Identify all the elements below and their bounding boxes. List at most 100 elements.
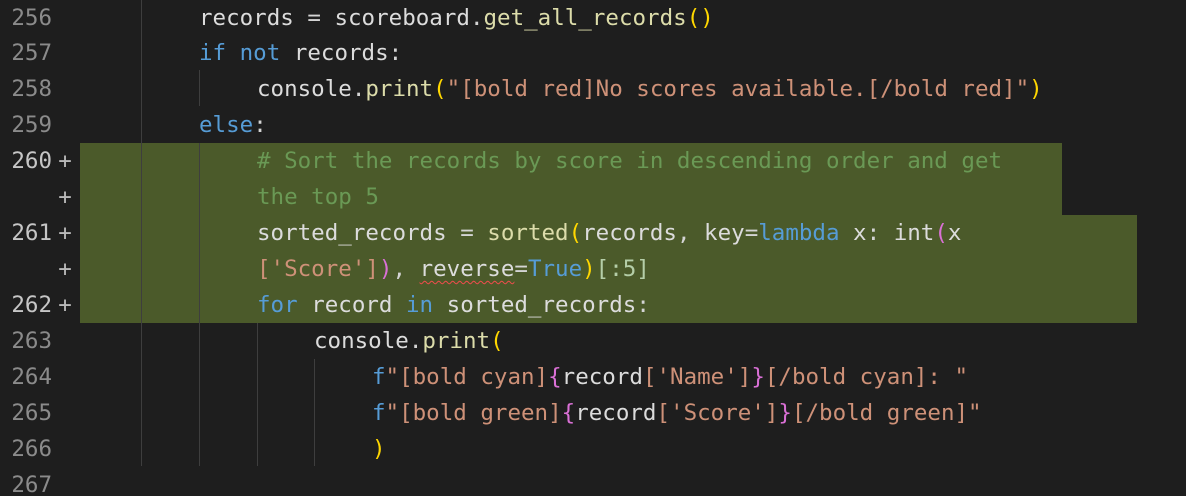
line-number: 262 — [11, 292, 52, 318]
code-token: print — [422, 328, 491, 354]
line-number: 258 — [11, 76, 52, 102]
added-line-marker: + — [58, 148, 72, 174]
code-token: sorted_records — [257, 220, 447, 246]
code-token: [/bold green]" — [791, 400, 982, 426]
code-line-262[interactable]: for record in sorted_records: — [257, 287, 650, 323]
code-token: , — [676, 220, 705, 246]
code-line-259[interactable]: else: — [199, 107, 267, 143]
added-line-marker: + — [58, 256, 72, 282]
code-token: x — [839, 220, 867, 246]
code-token: ) — [378, 256, 393, 282]
code-token: get_all_records — [483, 5, 687, 31]
code-token: } — [751, 364, 765, 390]
code-line-264[interactable]: f"[bold cyan]{record['Name']}[/bold cyan… — [372, 359, 968, 395]
code-line-265[interactable]: f"[bold green]{record['Score']}[/bold gr… — [372, 395, 982, 431]
line-number-gutter: 256 257 258 259 260 261 262 263 264 265 … — [0, 0, 80, 496]
code-token: sorted_records — [446, 292, 637, 318]
code-token: sorted — [487, 220, 569, 246]
code-token: = — [293, 5, 335, 31]
indent-guide — [199, 143, 200, 466]
code-token: console — [257, 76, 352, 102]
line-number: 260 — [11, 148, 52, 174]
added-line-marker: + — [58, 184, 72, 210]
code-token: ) — [1029, 76, 1043, 102]
line-number: 266 — [11, 436, 52, 462]
code-token: f — [372, 364, 386, 390]
code-token: for — [257, 292, 298, 318]
code-line-257[interactable]: if not records: — [199, 35, 402, 71]
code-token: key — [704, 220, 745, 246]
code-token: . — [351, 76, 366, 102]
code-token: ['Score'] — [656, 400, 779, 426]
code-line-261-wrapped[interactable]: ['Score']), reverse=True)[:5] — [257, 251, 650, 287]
code-token: : — [388, 40, 403, 66]
code-token: print — [365, 76, 434, 102]
code-token: ( — [490, 328, 504, 354]
code-token: ['Name'] — [642, 364, 752, 390]
code-line-256[interactable]: records = scoreboard.get_all_records() — [199, 0, 714, 36]
code-token: "[bold red]No scores available.[/bold re… — [446, 76, 1030, 102]
code-token: { — [561, 400, 576, 426]
code-token: else — [199, 112, 254, 138]
line-number: 259 — [11, 112, 52, 138]
code-token: ( — [934, 220, 948, 246]
code-token: ) — [582, 256, 596, 282]
code-token: ( — [433, 76, 447, 102]
code-token: = — [744, 220, 759, 246]
code-token: } — [778, 400, 792, 426]
line-number: 267 — [11, 472, 52, 496]
line-number: 264 — [11, 364, 52, 390]
code-token: record — [575, 400, 657, 426]
code-token: . — [408, 328, 423, 354]
code-token: { — [548, 364, 562, 390]
code-line-258[interactable]: console.print("[bold red]No scores avail… — [257, 71, 1043, 107]
code-token: , — [392, 256, 420, 282]
code-token: : — [253, 112, 267, 138]
code-token: scoreboard — [334, 5, 470, 31]
code-token: ( — [568, 220, 583, 246]
line-number: 256 — [11, 5, 52, 31]
code-token: reverse — [419, 256, 515, 282]
code-token: ) — [700, 5, 714, 31]
added-line-marker: + — [58, 292, 72, 318]
code-token: records — [582, 220, 677, 246]
code-token: records — [293, 40, 389, 66]
code-line-261[interactable]: sorted_records = sorted(records, key=lam… — [257, 215, 961, 251]
code-token: = — [514, 256, 528, 282]
indent-guide — [141, 0, 142, 466]
code-token: record — [311, 292, 393, 318]
line-number: 263 — [11, 328, 52, 354]
code-token: : — [866, 220, 894, 246]
code-token: console — [314, 328, 409, 354]
line-number: 265 — [11, 400, 52, 426]
indent-guide — [199, 70, 200, 106]
code-line-263[interactable]: console.print( — [314, 323, 504, 359]
code-token: not — [226, 40, 294, 66]
code-token: f — [372, 400, 386, 426]
code-line-266[interactable]: ) — [372, 431, 386, 467]
code-token: "[bold green] — [385, 400, 562, 426]
code-token: = — [446, 220, 488, 246]
code-token: ( — [686, 5, 701, 31]
code-token: x — [947, 220, 962, 246]
line-number: 261 — [11, 220, 52, 246]
code-token: in — [392, 292, 447, 318]
code-token: "[bold cyan] — [385, 364, 549, 390]
code-token: records — [199, 5, 294, 31]
code-token: . — [469, 5, 484, 31]
code-line-260[interactable]: # Sort the records by score in descendin… — [257, 143, 1002, 179]
code-token: if — [199, 40, 227, 66]
code-token: True — [527, 256, 583, 282]
indent-guide — [257, 323, 258, 466]
code-token: ) — [372, 436, 386, 462]
code-token: [:5] — [595, 256, 650, 282]
code-token: record — [561, 364, 643, 390]
indent-guide — [314, 359, 315, 466]
code-line-260-wrapped[interactable]: the top 5 — [257, 179, 379, 215]
line-number: 257 — [11, 40, 52, 66]
code-token: lambda — [758, 220, 840, 246]
code-editor[interactable]: 256 257 258 259 260 261 262 263 264 265 … — [0, 0, 1186, 496]
code-token: ['Score'] — [257, 256, 379, 282]
code-token: : — [636, 292, 650, 318]
